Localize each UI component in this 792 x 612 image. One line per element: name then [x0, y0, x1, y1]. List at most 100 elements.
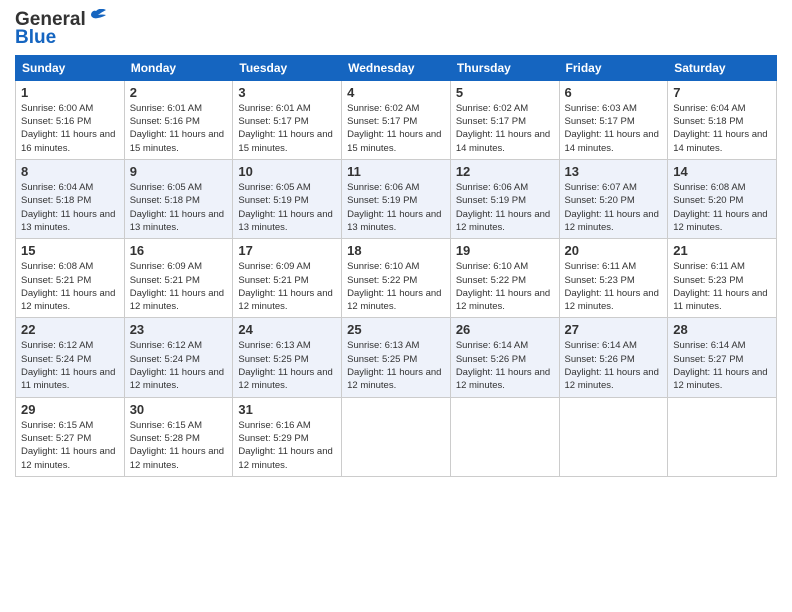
calendar-cell: 11 Sunrise: 6:06 AM Sunset: 5:19 PM Dayl… — [342, 160, 451, 239]
day-number: 7 — [673, 85, 771, 100]
weekday-header: Saturday — [668, 55, 777, 80]
weekday-header: Friday — [559, 55, 668, 80]
day-number: 10 — [238, 164, 336, 179]
weekday-header: Monday — [124, 55, 233, 80]
calendar-cell: 1 Sunrise: 6:00 AM Sunset: 5:16 PM Dayli… — [16, 80, 125, 159]
calendar-cell: 14 Sunrise: 6:08 AM Sunset: 5:20 PM Dayl… — [668, 160, 777, 239]
calendar-cell: 17 Sunrise: 6:09 AM Sunset: 5:21 PM Dayl… — [233, 239, 342, 318]
calendar-cell: 19 Sunrise: 6:10 AM Sunset: 5:22 PM Dayl… — [450, 239, 559, 318]
calendar-cell — [559, 397, 668, 476]
day-info: Sunrise: 6:02 AM Sunset: 5:17 PM Dayligh… — [347, 102, 445, 155]
day-number: 4 — [347, 85, 445, 100]
weekday-header: Sunday — [16, 55, 125, 80]
page: General Blue SundayMondayTuesdayWednesda… — [0, 0, 792, 612]
calendar-cell: 31 Sunrise: 6:16 AM Sunset: 5:29 PM Dayl… — [233, 397, 342, 476]
day-info: Sunrise: 6:04 AM Sunset: 5:18 PM Dayligh… — [21, 181, 119, 234]
calendar-cell: 15 Sunrise: 6:08 AM Sunset: 5:21 PM Dayl… — [16, 239, 125, 318]
day-info: Sunrise: 6:10 AM Sunset: 5:22 PM Dayligh… — [456, 260, 554, 313]
day-number: 15 — [21, 243, 119, 258]
day-info: Sunrise: 6:01 AM Sunset: 5:17 PM Dayligh… — [238, 102, 336, 155]
calendar-cell — [450, 397, 559, 476]
day-info: Sunrise: 6:14 AM Sunset: 5:27 PM Dayligh… — [673, 339, 771, 392]
day-info: Sunrise: 6:00 AM Sunset: 5:16 PM Dayligh… — [21, 102, 119, 155]
weekday-header: Tuesday — [233, 55, 342, 80]
day-number: 21 — [673, 243, 771, 258]
calendar-cell: 18 Sunrise: 6:10 AM Sunset: 5:22 PM Dayl… — [342, 239, 451, 318]
calendar-cell: 25 Sunrise: 6:13 AM Sunset: 5:25 PM Dayl… — [342, 318, 451, 397]
day-number: 9 — [130, 164, 228, 179]
day-number: 8 — [21, 164, 119, 179]
day-info: Sunrise: 6:09 AM Sunset: 5:21 PM Dayligh… — [238, 260, 336, 313]
calendar-cell: 5 Sunrise: 6:02 AM Sunset: 5:17 PM Dayli… — [450, 80, 559, 159]
calendar-week-row: 29 Sunrise: 6:15 AM Sunset: 5:27 PM Dayl… — [16, 397, 777, 476]
day-number: 29 — [21, 402, 119, 417]
calendar-cell: 3 Sunrise: 6:01 AM Sunset: 5:17 PM Dayli… — [233, 80, 342, 159]
calendar-cell: 16 Sunrise: 6:09 AM Sunset: 5:21 PM Dayl… — [124, 239, 233, 318]
calendar-cell: 28 Sunrise: 6:14 AM Sunset: 5:27 PM Dayl… — [668, 318, 777, 397]
day-number: 26 — [456, 322, 554, 337]
calendar-cell: 2 Sunrise: 6:01 AM Sunset: 5:16 PM Dayli… — [124, 80, 233, 159]
day-info: Sunrise: 6:14 AM Sunset: 5:26 PM Dayligh… — [456, 339, 554, 392]
day-info: Sunrise: 6:16 AM Sunset: 5:29 PM Dayligh… — [238, 419, 336, 472]
day-number: 22 — [21, 322, 119, 337]
logo-blue: Blue — [15, 27, 56, 49]
day-number: 17 — [238, 243, 336, 258]
day-info: Sunrise: 6:07 AM Sunset: 5:20 PM Dayligh… — [565, 181, 663, 234]
day-info: Sunrise: 6:15 AM Sunset: 5:28 PM Dayligh… — [130, 419, 228, 472]
calendar-week-row: 22 Sunrise: 6:12 AM Sunset: 5:24 PM Dayl… — [16, 318, 777, 397]
day-number: 25 — [347, 322, 445, 337]
calendar-cell: 7 Sunrise: 6:04 AM Sunset: 5:18 PM Dayli… — [668, 80, 777, 159]
logo-bird-icon — [88, 9, 110, 27]
day-info: Sunrise: 6:12 AM Sunset: 5:24 PM Dayligh… — [21, 339, 119, 392]
day-number: 31 — [238, 402, 336, 417]
calendar-cell: 10 Sunrise: 6:05 AM Sunset: 5:19 PM Dayl… — [233, 160, 342, 239]
day-info: Sunrise: 6:11 AM Sunset: 5:23 PM Dayligh… — [565, 260, 663, 313]
calendar-cell: 13 Sunrise: 6:07 AM Sunset: 5:20 PM Dayl… — [559, 160, 668, 239]
calendar-cell: 4 Sunrise: 6:02 AM Sunset: 5:17 PM Dayli… — [342, 80, 451, 159]
day-number: 18 — [347, 243, 445, 258]
day-info: Sunrise: 6:08 AM Sunset: 5:20 PM Dayligh… — [673, 181, 771, 234]
calendar-cell — [342, 397, 451, 476]
day-number: 3 — [238, 85, 336, 100]
day-info: Sunrise: 6:14 AM Sunset: 5:26 PM Dayligh… — [565, 339, 663, 392]
calendar-cell: 9 Sunrise: 6:05 AM Sunset: 5:18 PM Dayli… — [124, 160, 233, 239]
day-number: 30 — [130, 402, 228, 417]
day-info: Sunrise: 6:01 AM Sunset: 5:16 PM Dayligh… — [130, 102, 228, 155]
day-number: 6 — [565, 85, 663, 100]
calendar-cell — [668, 397, 777, 476]
day-number: 12 — [456, 164, 554, 179]
day-number: 1 — [21, 85, 119, 100]
day-number: 16 — [130, 243, 228, 258]
calendar-cell: 23 Sunrise: 6:12 AM Sunset: 5:24 PM Dayl… — [124, 318, 233, 397]
day-number: 13 — [565, 164, 663, 179]
day-info: Sunrise: 6:10 AM Sunset: 5:22 PM Dayligh… — [347, 260, 445, 313]
day-number: 5 — [456, 85, 554, 100]
day-number: 11 — [347, 164, 445, 179]
calendar-cell: 27 Sunrise: 6:14 AM Sunset: 5:26 PM Dayl… — [559, 318, 668, 397]
day-number: 27 — [565, 322, 663, 337]
day-info: Sunrise: 6:06 AM Sunset: 5:19 PM Dayligh… — [347, 181, 445, 234]
day-info: Sunrise: 6:08 AM Sunset: 5:21 PM Dayligh… — [21, 260, 119, 313]
day-info: Sunrise: 6:12 AM Sunset: 5:24 PM Dayligh… — [130, 339, 228, 392]
day-info: Sunrise: 6:04 AM Sunset: 5:18 PM Dayligh… — [673, 102, 771, 155]
day-info: Sunrise: 6:13 AM Sunset: 5:25 PM Dayligh… — [347, 339, 445, 392]
calendar-cell: 22 Sunrise: 6:12 AM Sunset: 5:24 PM Dayl… — [16, 318, 125, 397]
day-info: Sunrise: 6:06 AM Sunset: 5:19 PM Dayligh… — [456, 181, 554, 234]
day-info: Sunrise: 6:13 AM Sunset: 5:25 PM Dayligh… — [238, 339, 336, 392]
calendar-cell: 20 Sunrise: 6:11 AM Sunset: 5:23 PM Dayl… — [559, 239, 668, 318]
calendar-table: SundayMondayTuesdayWednesdayThursdayFrid… — [15, 55, 777, 477]
calendar-cell: 24 Sunrise: 6:13 AM Sunset: 5:25 PM Dayl… — [233, 318, 342, 397]
calendar-week-row: 1 Sunrise: 6:00 AM Sunset: 5:16 PM Dayli… — [16, 80, 777, 159]
logo: General Blue — [15, 10, 110, 49]
day-number: 19 — [456, 243, 554, 258]
day-info: Sunrise: 6:11 AM Sunset: 5:23 PM Dayligh… — [673, 260, 771, 313]
header: General Blue — [15, 10, 777, 49]
calendar-cell: 8 Sunrise: 6:04 AM Sunset: 5:18 PM Dayli… — [16, 160, 125, 239]
calendar-cell: 21 Sunrise: 6:11 AM Sunset: 5:23 PM Dayl… — [668, 239, 777, 318]
day-info: Sunrise: 6:15 AM Sunset: 5:27 PM Dayligh… — [21, 419, 119, 472]
weekday-header: Wednesday — [342, 55, 451, 80]
day-info: Sunrise: 6:05 AM Sunset: 5:18 PM Dayligh… — [130, 181, 228, 234]
day-number: 23 — [130, 322, 228, 337]
calendar-cell: 26 Sunrise: 6:14 AM Sunset: 5:26 PM Dayl… — [450, 318, 559, 397]
day-info: Sunrise: 6:02 AM Sunset: 5:17 PM Dayligh… — [456, 102, 554, 155]
